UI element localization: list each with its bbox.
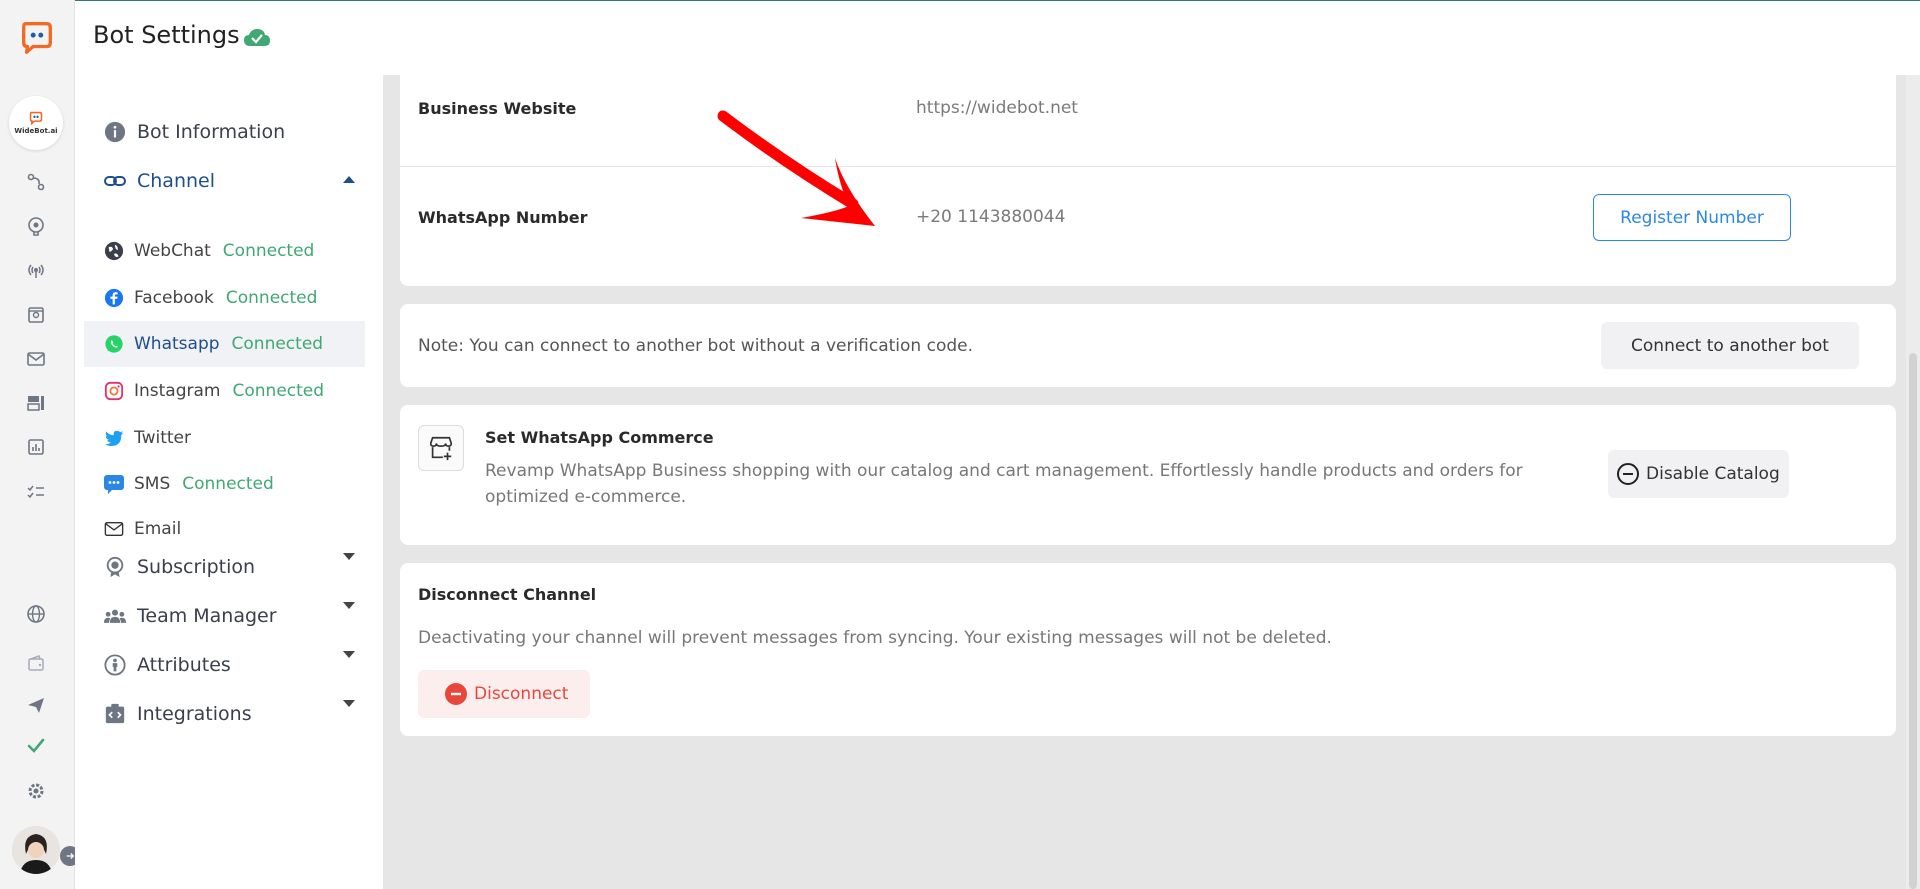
mail-icon[interactable]: [25, 348, 47, 370]
gear-icon[interactable]: [25, 780, 47, 802]
disconnect-title: Disconnect Channel: [418, 585, 597, 604]
team-icon: [103, 604, 127, 628]
chevron-down-icon[interactable]: [343, 553, 355, 560]
connect-another-bot-button[interactable]: Connect to another bot: [1601, 322, 1859, 369]
disconnect-button[interactable]: Disconnect: [418, 670, 590, 718]
commerce-title: Set WhatsApp Commerce: [485, 428, 714, 447]
status-badge: Connected: [231, 334, 324, 354]
chevron-down-icon[interactable]: [343, 602, 355, 609]
scrollbar-thumb[interactable]: [1909, 353, 1917, 889]
note-text: Note: You can connect to another bot wit…: [418, 336, 974, 356]
whatsapp-number-value: +20 1143880044: [916, 207, 1066, 227]
channel-item-instagram[interactable]: Instagram Connected: [103, 368, 385, 414]
twitter-icon: [103, 427, 125, 449]
whatsapp-icon: [103, 333, 125, 355]
commerce-description-line1: Revamp WhatsApp Business shopping with o…: [485, 461, 1523, 481]
attribute-icon: [103, 653, 127, 677]
send-icon[interactable]: [25, 694, 47, 716]
minus-circle-icon: [1617, 463, 1639, 485]
status-badge: Connected: [225, 288, 318, 308]
main-content: Business Website https://widebot.net Wha…: [383, 75, 1920, 889]
disconnect-card: Disconnect Channel Deactivating your cha…: [400, 563, 1896, 736]
brain-icon[interactable]: [25, 215, 47, 237]
badge-icon: [103, 555, 127, 579]
disconnect-label: Disconnect: [474, 684, 569, 704]
sidebar-item-label: Integrations: [137, 703, 252, 725]
disable-catalog-button[interactable]: Disable Catalog: [1608, 450, 1789, 498]
register-number-button[interactable]: Register Number: [1593, 194, 1791, 241]
divider: [400, 166, 1896, 167]
icon-rail: WideBot.ai: [0, 0, 80, 889]
whatsapp-number-label: WhatsApp Number: [418, 208, 588, 227]
chevron-down-icon[interactable]: [343, 651, 355, 658]
sidebar-item-label: Attributes: [137, 654, 231, 676]
sidebar-item-subscription[interactable]: Subscription: [103, 555, 255, 579]
link-icon: [103, 169, 127, 193]
status-badge: Connected: [222, 241, 315, 261]
status-badge: Connected: [182, 474, 274, 494]
flow-icon[interactable]: [25, 171, 47, 193]
analytics-icon[interactable]: [25, 436, 47, 458]
business-info-card: Business Website https://widebot.net Wha…: [400, 75, 1896, 286]
sidebar-item-label: Subscription: [137, 556, 256, 578]
chevron-up-icon[interactable]: [343, 176, 355, 183]
info-icon: [103, 120, 127, 144]
sidebar-item-label: Bot Information: [137, 121, 286, 143]
channel-item-webchat[interactable]: WebChat Connected: [103, 228, 385, 274]
sidebar-item-label: Team Manager: [137, 605, 277, 627]
chevron-down-icon[interactable]: [343, 700, 355, 707]
page-title: Bot Settings: [93, 21, 240, 49]
user-avatar[interactable]: [12, 826, 60, 874]
sidebar-item-attributes[interactable]: Attributes: [103, 653, 231, 677]
annotation-arrow-icon: [717, 110, 875, 226]
sms-icon: [103, 473, 125, 495]
check-icon[interactable]: [25, 735, 47, 757]
channel-item-email[interactable]: Email: [103, 506, 385, 552]
minus-circle-icon: [445, 683, 467, 705]
commerce-card: Set WhatsApp Commerce Revamp WhatsApp Bu…: [400, 405, 1896, 545]
globe-icon[interactable]: [25, 603, 47, 625]
commerce-description-line2: optimized e-commerce.: [485, 487, 687, 507]
sidebar-item-bot-information[interactable]: Bot Information: [103, 120, 285, 144]
inbox-icon[interactable]: [25, 304, 47, 326]
disable-catalog-label: Disable Catalog: [1646, 464, 1780, 484]
disconnect-description: Deactivating your channel will prevent m…: [418, 628, 1332, 648]
dashboard-icon[interactable]: [25, 392, 47, 414]
facebook-icon: [103, 287, 125, 309]
sidebar-item-label: Channel: [137, 170, 216, 192]
mail-icon: [103, 518, 125, 540]
instagram-icon: [103, 380, 125, 402]
broadcast-icon[interactable]: [25, 259, 47, 281]
cloud-saved-icon: [244, 29, 270, 46]
store-icon: [418, 425, 464, 471]
channel-item-whatsapp[interactable]: Whatsapp Connected: [84, 321, 365, 367]
integration-icon: [103, 702, 127, 726]
status-badge: Connected: [232, 381, 325, 401]
channel-item-sms[interactable]: SMS Connected: [103, 461, 385, 507]
channel-item-twitter[interactable]: Twitter: [103, 415, 385, 461]
business-website-value: https://widebot.net: [916, 98, 1078, 118]
sidebar-item-team-manager[interactable]: Team Manager: [103, 604, 277, 628]
scrollbar[interactable]: [1906, 75, 1920, 889]
sidebar-item-channel[interactable]: Channel: [103, 169, 215, 193]
note-card: Note: You can connect to another bot wit…: [400, 304, 1896, 387]
channel-item-facebook[interactable]: Facebook Connected: [103, 275, 385, 321]
settings-sidebar: Bot Information Channel WebChat Connecte…: [75, 75, 383, 889]
top-header: Bot Settings: [75, 0, 1920, 75]
business-website-label: Business Website: [418, 99, 577, 118]
widebot-logo[interactable]: [18, 18, 56, 56]
bot-name: WideBot.ai: [14, 127, 58, 135]
sidebar-item-integrations[interactable]: Integrations: [103, 702, 252, 726]
wallet-icon[interactable]: [25, 652, 47, 674]
globe-icon: [103, 240, 125, 262]
bot-avatar[interactable]: WideBot.ai: [9, 96, 63, 150]
tasks-icon[interactable]: [25, 481, 47, 503]
